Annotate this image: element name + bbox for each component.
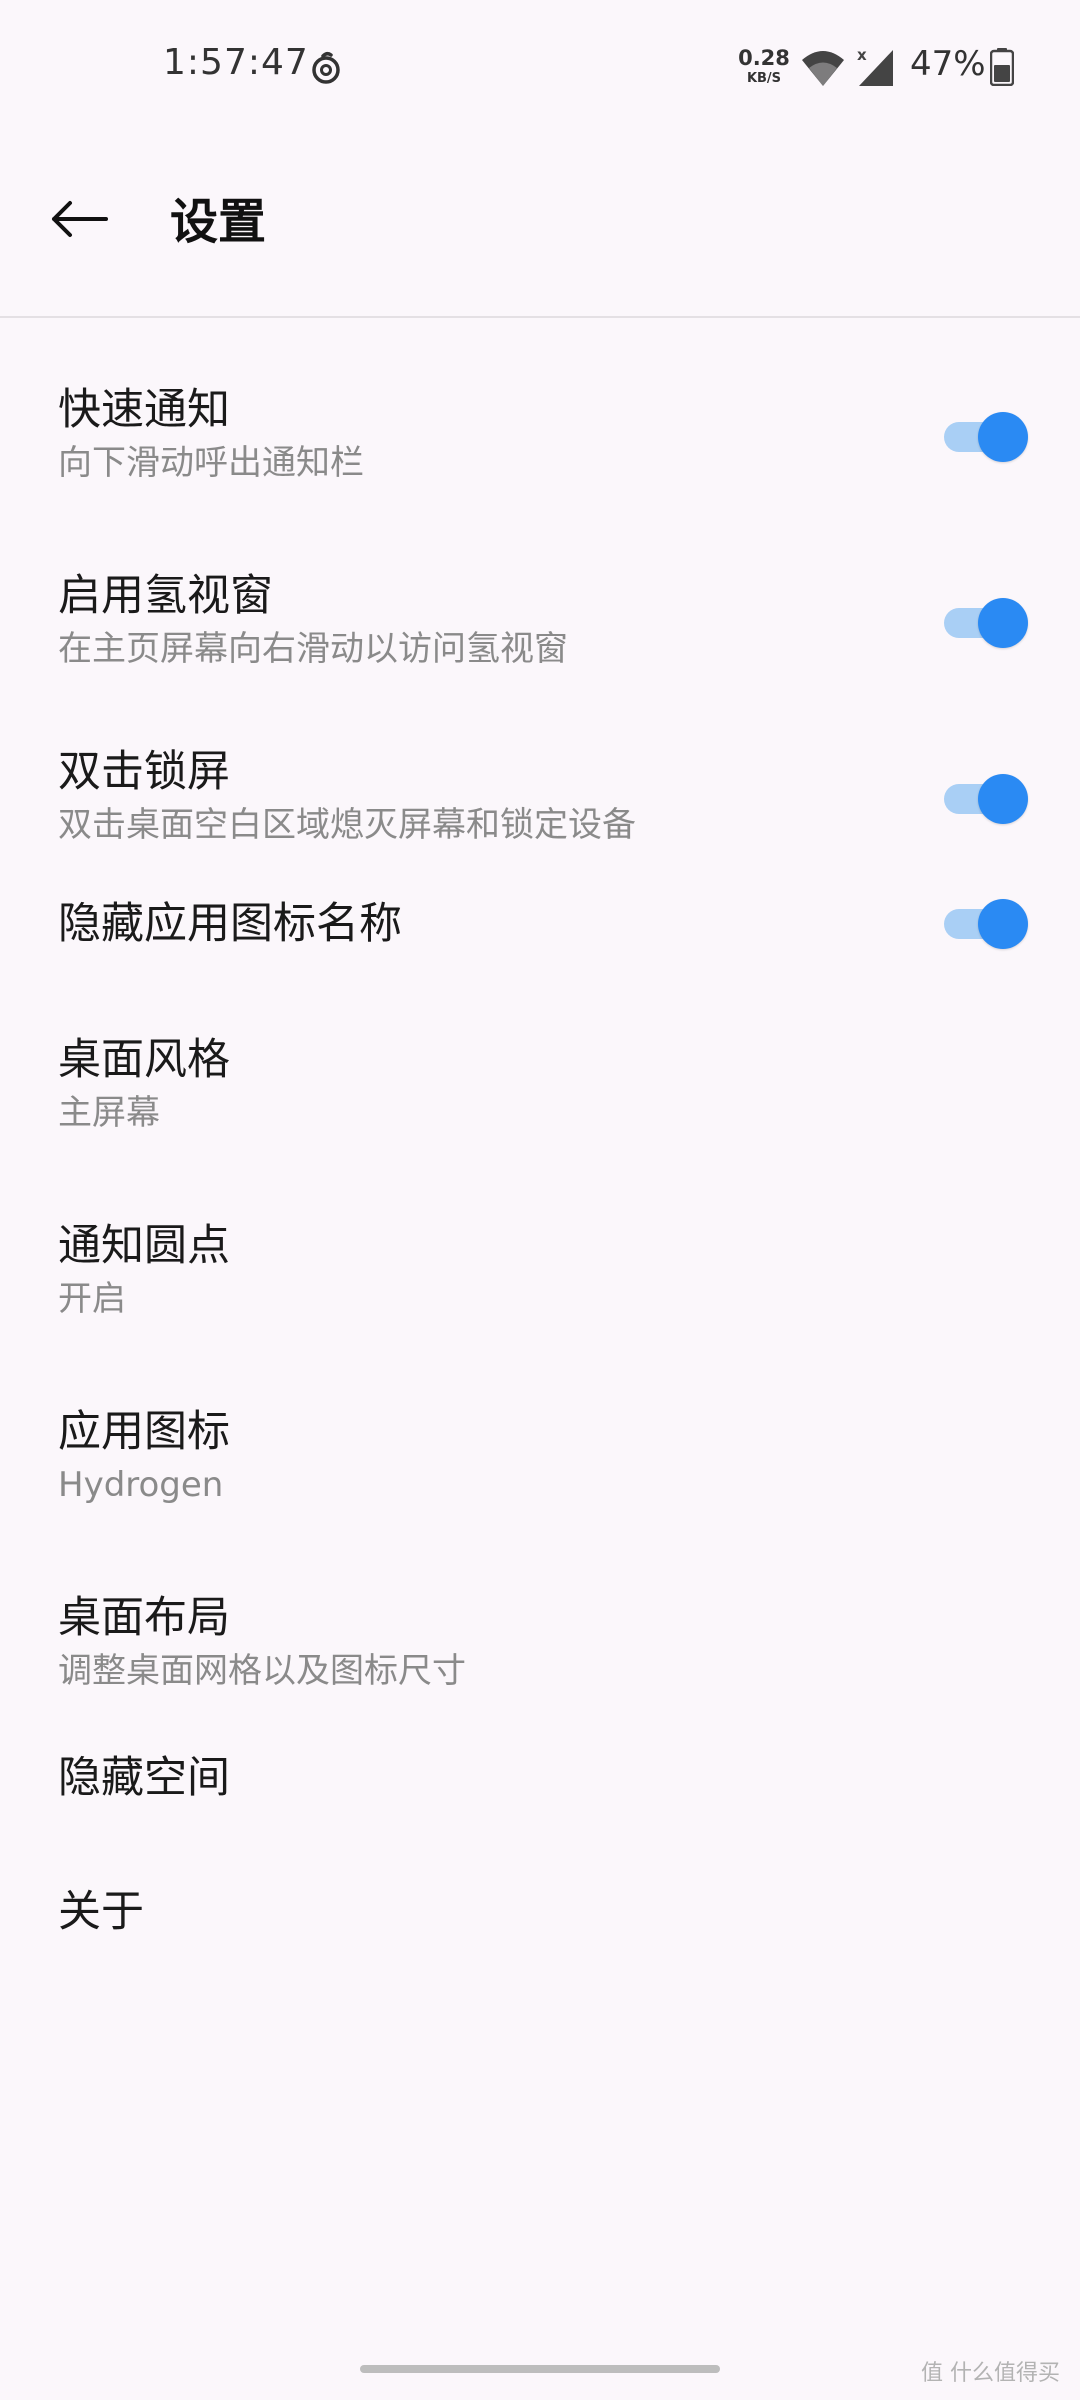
setting-title: 桌面风格 — [58, 1035, 230, 1085]
setting-title: 应用图标 — [58, 1407, 230, 1457]
setting-title: 隐藏应用图标名称 — [58, 899, 402, 949]
status-bar: 1:57:47 0.28 KB/S x 47% — [0, 0, 1080, 130]
toggle-thumb — [978, 598, 1028, 648]
setting-app-icons[interactable]: 应用图标 Hydrogen — [0, 1362, 1080, 1548]
setting-title: 快速通知 — [58, 385, 230, 435]
hydrogen-window-toggle[interactable] — [938, 598, 1028, 648]
netease-music-icon — [312, 51, 340, 84]
setting-hydrogen-window[interactable]: 启用氢视窗 在主页屏幕向右滑动以访问氢视窗 — [0, 506, 1080, 692]
setting-title: 通知圆点 — [58, 1221, 230, 1271]
setting-title: 桌面布局 — [58, 1593, 230, 1643]
setting-title: 双击锁屏 — [58, 747, 230, 797]
network-speed-value: 0.28 — [738, 46, 790, 70]
hide-app-names-toggle[interactable] — [938, 899, 1028, 949]
setting-title: 隐藏空间 — [58, 1753, 230, 1803]
setting-hidden-space[interactable]: 隐藏空间 — [0, 1710, 1080, 1846]
setting-subtitle: 开启 — [58, 1279, 126, 1319]
status-time: 1:57:47 — [163, 42, 309, 83]
battery-icon — [990, 48, 1014, 86]
setting-hide-app-names[interactable]: 隐藏应用图标名称 — [0, 852, 1080, 990]
setting-quick-notification[interactable]: 快速通知 向下滑动呼出通知栏 — [0, 320, 1080, 506]
toggle-thumb — [978, 774, 1028, 824]
home-indicator[interactable] — [360, 2365, 720, 2373]
setting-title: 关于 — [58, 1887, 144, 1937]
setting-subtitle: 在主页屏幕向右滑动以访问氢视窗 — [58, 629, 568, 669]
double-tap-lock-toggle[interactable] — [938, 774, 1028, 824]
page-title: 设置 — [170, 194, 267, 250]
setting-subtitle: 向下滑动呼出通知栏 — [58, 443, 364, 483]
quick-notification-toggle[interactable] — [938, 412, 1028, 462]
setting-subtitle: 双击桌面空白区域熄灭屏幕和锁定设备 — [58, 805, 636, 845]
setting-subtitle: 主屏幕 — [58, 1093, 160, 1133]
setting-notification-dots[interactable]: 通知圆点 开启 — [0, 1176, 1080, 1362]
toggle-thumb — [978, 412, 1028, 462]
svg-text:x: x — [857, 46, 867, 64]
network-speed-unit: KB/S — [746, 71, 782, 86]
app-bar: 设置 — [0, 130, 1080, 318]
network-speed: 0.28 KB/S — [738, 46, 790, 86]
toggle-thumb — [978, 899, 1028, 949]
setting-desktop-layout[interactable]: 桌面布局 调整桌面网格以及图标尺寸 — [0, 1548, 1080, 1710]
setting-subtitle: 调整桌面网格以及图标尺寸 — [58, 1651, 466, 1691]
setting-desktop-style[interactable]: 桌面风格 主屏幕 — [0, 990, 1080, 1176]
setting-title: 启用氢视窗 — [58, 571, 273, 621]
signal-icon: x — [857, 46, 893, 86]
setting-double-tap-lock[interactable]: 双击锁屏 双击桌面空白区域熄灭屏幕和锁定设备 — [0, 692, 1080, 852]
settings-list: 快速通知 向下滑动呼出通知栏 启用氢视窗 在主页屏幕向右滑动以访问氢视窗 双击锁… — [0, 320, 1080, 1976]
battery-percent: 47% — [910, 44, 986, 84]
setting-about[interactable]: 关于 — [0, 1846, 1080, 1976]
setting-subtitle: Hydrogen — [58, 1465, 224, 1505]
back-button[interactable] — [44, 184, 114, 254]
wifi-icon — [802, 51, 844, 86]
watermark: 值 什么值得买 — [921, 2361, 1060, 2386]
arrow-left-icon — [52, 201, 108, 237]
